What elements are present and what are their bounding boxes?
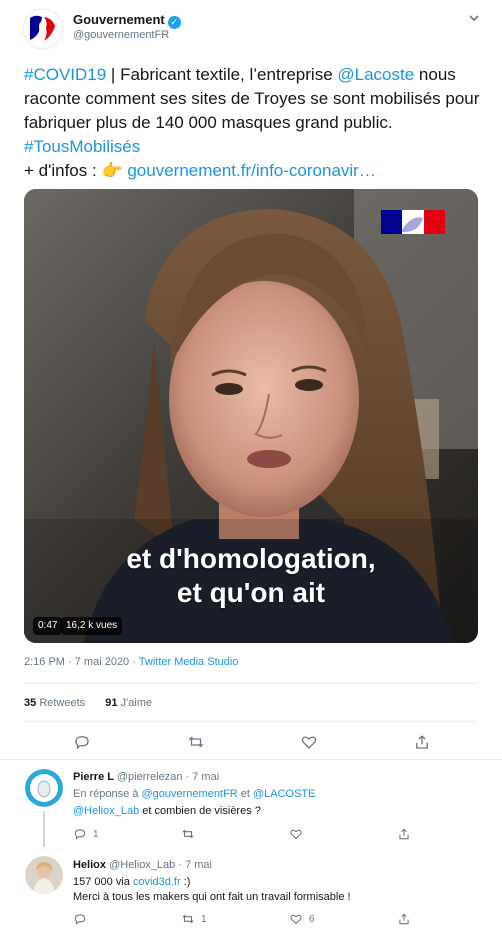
reply-author-handle[interactable]: @Heliox_Lab <box>109 859 175 871</box>
tweet-text-part3: + d'infos : <box>24 161 102 180</box>
video-subtitle-line2: et qu'on ait <box>176 577 326 608</box>
reply-reply-count: 1 <box>93 828 99 840</box>
reply-date-sep: · <box>178 859 183 871</box>
tweet-source[interactable]: Twitter Media Studio <box>139 656 239 668</box>
share-icon[interactable] <box>413 733 433 753</box>
author-handle[interactable]: @gouvernementFR <box>73 29 169 41</box>
divider <box>24 683 478 684</box>
tweet-text-part1: | Fabricant textile, l’entreprise <box>106 65 338 84</box>
french-republic-logo-icon <box>381 210 445 234</box>
reply-retweet-action[interactable] <box>181 826 201 842</box>
likes-stat[interactable]: 91 J'aime <box>105 697 152 709</box>
reply-icon[interactable] <box>73 733 93 753</box>
author-avatar[interactable] <box>22 8 64 50</box>
reply-text-line2: Merci à tous les makers qui ont fait un … <box>73 891 351 903</box>
share-icon <box>399 913 409 925</box>
likes-label: J'aime <box>120 697 153 709</box>
reply-share-action[interactable] <box>397 911 417 927</box>
tweet-stats: 35 Retweets 91 J'aime <box>24 697 152 709</box>
verified-badge-icon: ✓ <box>167 16 181 29</box>
video-duration-badge: 0:47 <box>33 617 63 635</box>
tweet-date[interactable]: 7 mai 2020 <box>75 656 129 668</box>
reply-reply-action[interactable]: 1 <box>73 826 99 842</box>
retweets-count: 35 <box>24 697 37 709</box>
reply-line1-prefix: 157 000 via <box>73 876 133 888</box>
reply-to-mention-2[interactable]: @LACOSTE <box>253 788 316 800</box>
reply-text-line1: 157 000 via covid3d.fr :) <box>73 874 478 890</box>
like-heart-icon[interactable] <box>300 733 320 753</box>
reply-retweet-count: 1 <box>201 913 207 925</box>
video-views-badge: 16,2 k vues <box>61 617 123 635</box>
reply-icon <box>74 914 86 925</box>
reply-like-action[interactable]: 6 <box>289 911 315 927</box>
tweet-timestamp: 2:16 PM · 7 mai 2020 · Twitter Media Stu… <box>24 656 239 668</box>
reply-date-sep: · <box>185 771 190 783</box>
author-name[interactable]: Gouvernement ✓ <box>73 12 181 29</box>
reply-to-and: et <box>240 788 250 800</box>
video-subtitle-line1: et d'homologation, <box>126 543 376 574</box>
reply-reply-action[interactable] <box>73 911 93 927</box>
reply-line1-suffix: :) <box>180 876 191 888</box>
reply-mention[interactable]: @Heliox_Lab <box>73 805 139 817</box>
like-heart-icon <box>290 914 302 925</box>
video-player[interactable]: et d'homologation, et qu'on ait 0:47 16,… <box>24 189 478 643</box>
retweets-stat[interactable]: 35 Retweets <box>24 697 85 709</box>
reply-author-handle[interactable]: @pierrelezan <box>117 771 183 783</box>
reply-header: Heliox @Heliox_Lab · 7 mai <box>73 859 212 871</box>
reply-date[interactable]: 7 mai <box>192 771 219 783</box>
thread-line <box>43 811 45 847</box>
pointing-hand-emoji-icon: 👉 <box>101 161 123 180</box>
retweet-icon <box>182 829 194 839</box>
reply-retweet-action[interactable]: 1 <box>181 911 207 927</box>
reply-share-action[interactable] <box>397 826 417 842</box>
tweet-time[interactable]: 2:16 PM <box>24 656 65 668</box>
reply-avatar-heliox[interactable] <box>25 856 63 894</box>
tweet-menu-chevron-icon[interactable] <box>468 12 480 24</box>
mention-lacoste[interactable]: @Lacoste <box>337 65 414 84</box>
divider <box>24 721 478 722</box>
retweet-icon <box>182 914 194 924</box>
like-heart-icon <box>290 829 302 840</box>
reply-like-count: 6 <box>309 913 315 925</box>
author-name-text[interactable]: Gouvernement <box>73 12 165 27</box>
reply-like-action[interactable] <box>289 826 309 842</box>
reply-avatar-pierre[interactable] <box>25 769 63 807</box>
reply-author-name[interactable]: Heliox <box>73 859 106 871</box>
hashtag-tousmobilises[interactable]: #TousMobilisés <box>24 137 140 156</box>
reply-to-line: En réponse à @gouvernementFR et @LACOSTE <box>73 786 478 802</box>
hashtag-covid19[interactable]: #COVID19 <box>24 65 106 84</box>
reply-body: et combien de visières ? <box>139 805 261 817</box>
likes-count: 91 <box>105 697 118 709</box>
reply-author-name[interactable]: Pierre L <box>73 771 114 783</box>
reply-link[interactable]: covid3d.fr <box>133 876 181 888</box>
reply-icon <box>74 829 86 840</box>
reply-date[interactable]: 7 mai <box>185 859 212 871</box>
divider <box>0 759 502 760</box>
share-icon <box>399 828 409 840</box>
tweet-text: #COVID19 | Fabricant textile, l’entrepri… <box>24 63 486 183</box>
reply-to-label: En réponse à <box>73 788 139 800</box>
reply-to-mention-1[interactable]: @gouvernementFR <box>142 788 238 800</box>
retweets-label: Retweets <box>39 697 86 709</box>
retweet-icon[interactable] <box>187 733 207 753</box>
info-link[interactable]: gouvernement.fr/info-coronavir… <box>127 161 376 180</box>
reply-header: Pierre L @pierrelezan · 7 mai <box>73 771 219 783</box>
reply-text: @Heliox_Lab et combien de visières ? <box>73 803 478 819</box>
